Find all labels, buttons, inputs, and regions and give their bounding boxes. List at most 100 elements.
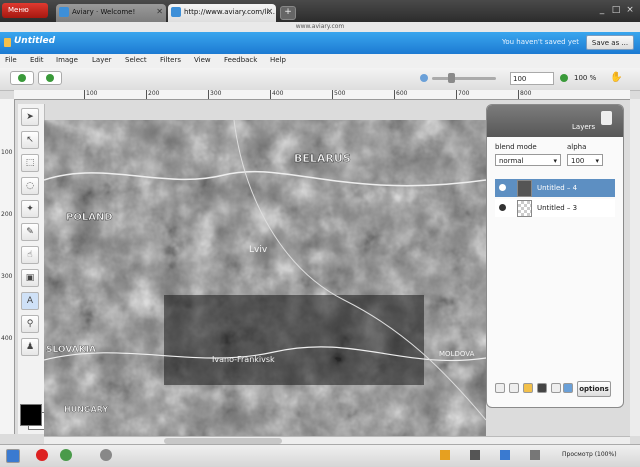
settings-icon[interactable] xyxy=(100,449,112,461)
map-label-hungary: HUNGARY xyxy=(64,405,108,414)
zoom-slider[interactable] xyxy=(432,77,496,80)
ruler-tick: 600 xyxy=(394,90,408,99)
alpha-select[interactable]: 100 ▾ xyxy=(567,154,603,166)
unsaved-status: You haven't saved yet xyxy=(502,38,580,46)
eyedropper-tool[interactable]: ⚲ xyxy=(21,315,39,333)
close-tab-icon[interactable]: ✕ xyxy=(266,4,273,20)
menu-bar: File Edit Image Layer Select Filters Vie… xyxy=(0,54,640,69)
ruler-tick: 200 xyxy=(1,211,13,218)
menu-help[interactable]: Help xyxy=(270,56,286,64)
tab-aviary-editor[interactable]: http://www.aviary.com/li... ✕ xyxy=(168,4,276,22)
map-label-slovakia: SLOVAKIA xyxy=(46,345,96,355)
delete-layer-icon[interactable] xyxy=(563,383,573,393)
pointer-tool[interactable]: ➤ xyxy=(21,108,39,126)
layer-row[interactable]: Untitled – 4 xyxy=(495,179,615,197)
map-texture xyxy=(44,120,486,436)
lock-icon[interactable] xyxy=(523,383,533,393)
layers-footer: options xyxy=(495,381,619,397)
opera-menu-button[interactable]: Меню xyxy=(2,3,48,18)
redo-button[interactable] xyxy=(38,71,62,85)
map-label-poland: POLAND xyxy=(66,212,113,223)
shape-tool[interactable]: ▣ xyxy=(21,269,39,287)
ruler-top: 100 200 300 400 500 600 700 800 xyxy=(14,90,630,100)
ruler-tick: 700 xyxy=(456,90,470,99)
panels-icon[interactable] xyxy=(6,449,20,463)
image-canvas[interactable]: BELARUS POLAND Lviv Ivano-Frankivsk SLOV… xyxy=(44,120,486,436)
menu-image[interactable]: Image xyxy=(56,56,78,64)
duplicate-layer-icon[interactable] xyxy=(509,383,519,393)
redo-icon xyxy=(46,74,54,82)
menu-edit[interactable]: Edit xyxy=(30,56,44,64)
menu-select[interactable]: Select xyxy=(125,56,147,64)
lasso-tool[interactable]: ◌ xyxy=(21,177,39,195)
menu-filters[interactable]: Filters xyxy=(160,56,181,64)
panel-dock-icon[interactable] xyxy=(601,111,612,125)
alpha-label: alpha xyxy=(567,143,587,151)
turbo-icon[interactable] xyxy=(530,450,540,460)
app-header: Untitled You haven't saved yet Save as .… xyxy=(0,32,640,54)
close-window-button[interactable]: × xyxy=(624,5,636,16)
text-tool[interactable]: A xyxy=(21,292,39,310)
layer-thumbnail xyxy=(517,180,532,197)
blend-mode-select[interactable]: normal ▾ xyxy=(495,154,561,166)
minimize-window-button[interactable]: _ xyxy=(596,5,608,16)
eye-icon[interactable] xyxy=(499,184,506,191)
document-title[interactable]: Untitled xyxy=(14,36,55,46)
save-as-button[interactable]: Save as ... xyxy=(586,35,634,50)
close-tab-icon[interactable]: ✕ xyxy=(156,4,163,20)
marquee-tool[interactable]: ⬚ xyxy=(21,154,39,172)
layers-panel-header[interactable]: Layers xyxy=(487,105,623,137)
mail-icon[interactable] xyxy=(470,450,480,460)
maximize-window-button[interactable]: □ xyxy=(610,5,622,16)
map-image: BELARUS POLAND Lviv Ivano-Frankivsk SLOV… xyxy=(44,120,486,436)
menu-feedback[interactable]: Feedback xyxy=(224,56,257,64)
document-icon xyxy=(4,38,11,47)
ruler-tick: 400 xyxy=(1,335,13,342)
hand-icon[interactable]: ✋ xyxy=(610,72,622,83)
menu-file[interactable]: File xyxy=(5,56,17,64)
browser-tab-bar: Меню Aviary · Welcome! ✕ http://www.avia… xyxy=(0,0,640,22)
layer-thumbnail xyxy=(517,200,532,217)
tab-aviary-welcome[interactable]: Aviary · Welcome! ✕ xyxy=(56,4,166,22)
foreground-color-swatch[interactable] xyxy=(20,404,42,426)
layer-effects-icon[interactable] xyxy=(537,383,547,393)
opera-icon[interactable] xyxy=(36,449,48,461)
new-layer-icon[interactable] xyxy=(495,383,505,393)
vertical-scrollbar[interactable] xyxy=(630,99,640,436)
zoom-slider-handle[interactable] xyxy=(448,73,455,83)
layer-options-button[interactable]: options xyxy=(577,381,611,397)
zoom-input[interactable]: 100 xyxy=(510,72,554,85)
zoom-out-icon[interactable] xyxy=(420,74,428,82)
tab-title: Aviary · Welcome! xyxy=(72,8,136,16)
layers-panel: Layers blend mode normal ▾ alpha 100 ▾ U… xyxy=(486,104,624,408)
layer-name: Untitled – 3 xyxy=(537,204,578,212)
map-label-ivano-frankivsk: Ivano-Frankivsk xyxy=(212,355,275,364)
toolbar: 100 100 % ✋ xyxy=(0,68,640,91)
direct-select-tool[interactable]: ↖ xyxy=(21,131,39,149)
view-zoom-status[interactable]: Просмотр (100%) xyxy=(562,451,617,458)
new-tab-button[interactable]: + xyxy=(280,6,296,20)
undo-button[interactable] xyxy=(10,71,34,85)
brush-tool[interactable]: ✎ xyxy=(21,223,39,241)
ruler-tick: 300 xyxy=(1,273,13,280)
eye-icon[interactable] xyxy=(499,204,506,211)
magic-wand-tool[interactable]: ✦ xyxy=(21,200,39,218)
menu-view[interactable]: View xyxy=(194,56,211,64)
layer-row[interactable]: Untitled – 3 xyxy=(495,199,615,217)
speed-dial-icon[interactable] xyxy=(60,449,72,461)
unite-icon[interactable] xyxy=(500,450,510,460)
mountain-region xyxy=(164,295,424,385)
notes-icon[interactable] xyxy=(440,450,450,460)
tools-panel: ➤ ↖ ⬚ ◌ ✦ ✎ ☝ ▣ A ⚲ ♟ xyxy=(18,104,45,434)
map-label-lviv: Lviv xyxy=(249,245,268,255)
merge-layer-icon[interactable] xyxy=(551,383,561,393)
ruler-tick: 800 xyxy=(518,90,532,99)
tab-title: http://www.aviary.com/li... xyxy=(184,8,275,16)
menu-layer[interactable]: Layer xyxy=(92,56,112,64)
smudge-tool[interactable]: ☝ xyxy=(21,246,39,264)
ruler-tick: 100 xyxy=(1,149,13,156)
ruler-left: 100 200 300 400 xyxy=(0,99,15,434)
zoom-in-icon[interactable] xyxy=(560,74,568,82)
stamp-tool[interactable]: ♟ xyxy=(21,338,39,356)
ruler-tick: 300 xyxy=(208,90,222,99)
